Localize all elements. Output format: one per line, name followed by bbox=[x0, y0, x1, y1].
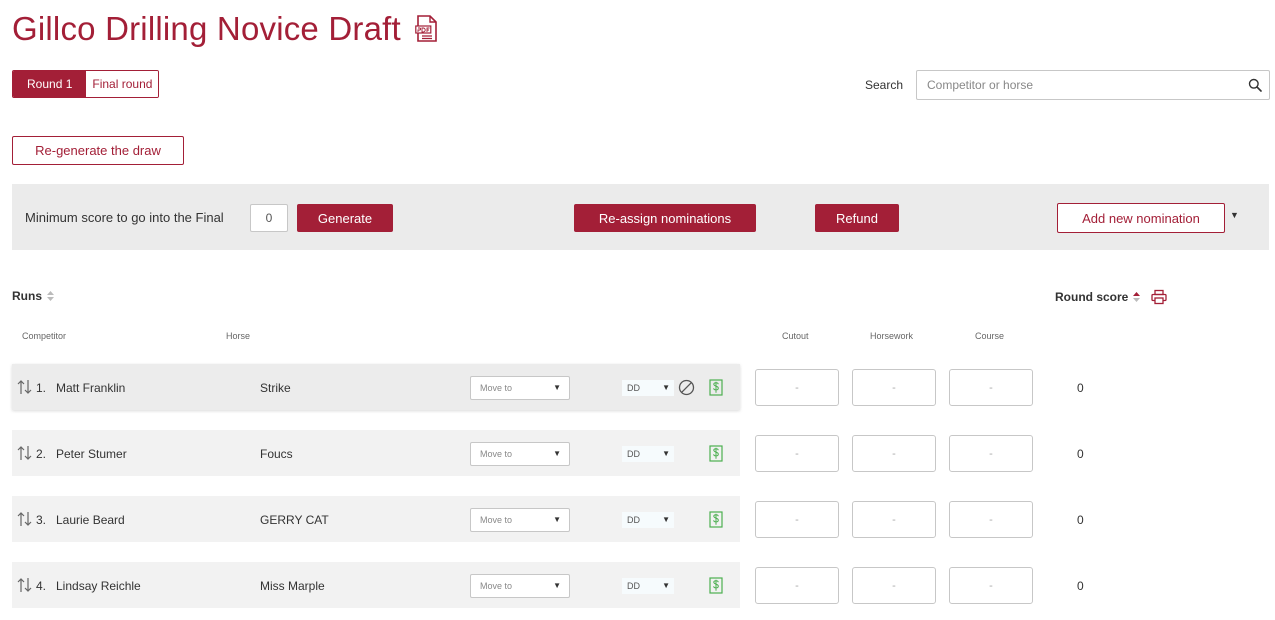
chevron-down-icon: ▼ bbox=[662, 581, 670, 590]
runs-label: Runs bbox=[12, 289, 42, 303]
move-to-label: Move to bbox=[480, 515, 513, 525]
dd-label: DD bbox=[627, 581, 640, 591]
dd-label: DD bbox=[627, 383, 640, 393]
horsework-score-input[interactable] bbox=[852, 369, 936, 406]
column-header-course: Course bbox=[975, 331, 1005, 341]
round-score-value: 0 bbox=[1077, 447, 1084, 461]
table-row: 2. Peter Stumer Foucs Move to ▼ DD ▼ bbox=[12, 430, 740, 476]
table-row: 3. Laurie Beard GERRY CAT Move to ▼ DD ▼ bbox=[12, 496, 740, 542]
search-icon[interactable] bbox=[1241, 78, 1269, 92]
tab-final-round[interactable]: Final round bbox=[86, 71, 159, 97]
round-tabs: Round 1 Final round bbox=[12, 70, 160, 98]
run-number: 4. bbox=[36, 579, 47, 593]
round-score-header[interactable]: Round score bbox=[1055, 289, 1167, 305]
horse-name: Foucs bbox=[260, 447, 293, 461]
course-score-input[interactable] bbox=[949, 435, 1033, 472]
print-icon[interactable] bbox=[1151, 289, 1167, 305]
chevron-down-icon: ▼ bbox=[553, 449, 561, 458]
chevron-down-icon: ▼ bbox=[553, 581, 561, 590]
course-score-input[interactable] bbox=[949, 369, 1033, 406]
cutout-score-input[interactable] bbox=[755, 567, 839, 604]
page-title: Gillco Drilling Novice Draft bbox=[12, 10, 401, 47]
cutout-score-input[interactable] bbox=[755, 501, 839, 538]
cutout-score-input[interactable] bbox=[755, 369, 839, 406]
move-to-select[interactable]: Move to ▼ bbox=[470, 442, 570, 466]
tab-round-1[interactable]: Round 1 bbox=[13, 71, 87, 97]
page: Gillco Drilling Novice Draft Round 1 Fin… bbox=[0, 0, 1275, 620]
generate-button[interactable]: Generate bbox=[297, 204, 393, 232]
dd-label: DD bbox=[627, 449, 640, 459]
pdf-file-icon[interactable] bbox=[415, 15, 441, 43]
chevron-down-icon: ▼ bbox=[553, 515, 561, 524]
horsework-score-input[interactable] bbox=[852, 567, 936, 604]
runs-header[interactable]: Runs bbox=[12, 289, 55, 303]
move-to-label: Move to bbox=[480, 383, 513, 393]
action-bar: Minimum score to go into the Final Gener… bbox=[12, 184, 1269, 250]
add-new-nomination-button[interactable]: Add new nomination bbox=[1057, 203, 1225, 233]
column-header-competitor: Competitor bbox=[22, 331, 67, 341]
course-score-input[interactable] bbox=[949, 501, 1033, 538]
round-score-value: 0 bbox=[1077, 381, 1084, 395]
move-to-select[interactable]: Move to ▼ bbox=[470, 574, 570, 598]
dollar-icon[interactable] bbox=[709, 511, 723, 528]
round-score-label: Round score bbox=[1055, 290, 1129, 304]
dollar-icon[interactable] bbox=[709, 379, 723, 396]
drag-reorder-icon[interactable] bbox=[16, 511, 34, 527]
refund-button[interactable]: Refund bbox=[815, 204, 899, 232]
prohibited-icon[interactable] bbox=[678, 379, 695, 396]
run-number: 2. bbox=[36, 447, 47, 461]
drag-reorder-icon[interactable] bbox=[16, 445, 34, 461]
cutout-score-input[interactable] bbox=[755, 435, 839, 472]
search-label: Search bbox=[865, 78, 904, 92]
column-header-horse: Horse bbox=[226, 331, 251, 341]
move-to-label: Move to bbox=[480, 581, 513, 591]
horse-name: Miss Marple bbox=[260, 579, 325, 593]
round-score-value: 0 bbox=[1077, 513, 1084, 527]
competitor-name: Lindsay Reichle bbox=[56, 579, 141, 593]
competitor-name: Laurie Beard bbox=[56, 513, 125, 527]
chevron-down-icon[interactable]: ▼ bbox=[1230, 210, 1239, 220]
move-to-select[interactable]: Move to ▼ bbox=[470, 376, 570, 400]
run-number: 3. bbox=[36, 513, 47, 527]
drag-reorder-icon[interactable] bbox=[16, 577, 34, 593]
search-input[interactable] bbox=[917, 71, 1241, 99]
competitor-name: Peter Stumer bbox=[56, 447, 127, 461]
round-score-value: 0 bbox=[1077, 579, 1084, 593]
horse-name: Strike bbox=[260, 381, 291, 395]
chevron-down-icon: ▼ bbox=[662, 449, 670, 458]
dd-select[interactable]: DD ▼ bbox=[622, 578, 674, 594]
table-row: 1. Matt Franklin Strike Move to ▼ DD ▼ bbox=[12, 364, 740, 410]
dollar-icon[interactable] bbox=[709, 577, 723, 594]
chevron-down-icon: ▼ bbox=[553, 383, 561, 392]
drag-reorder-icon[interactable] bbox=[16, 379, 34, 395]
dollar-icon[interactable] bbox=[709, 445, 723, 462]
sort-icon[interactable] bbox=[46, 290, 55, 302]
dd-select[interactable]: DD ▼ bbox=[622, 512, 674, 528]
move-to-select[interactable]: Move to ▼ bbox=[470, 508, 570, 532]
chevron-down-icon: ▼ bbox=[662, 515, 670, 524]
course-score-input[interactable] bbox=[949, 567, 1033, 604]
table-row: 4. Lindsay Reichle Miss Marple Move to ▼… bbox=[12, 562, 740, 608]
competitor-name: Matt Franklin bbox=[56, 381, 126, 395]
search-box bbox=[916, 70, 1270, 100]
dd-label: DD bbox=[627, 515, 640, 525]
horsework-score-input[interactable] bbox=[852, 501, 936, 538]
column-header-horsework: Horsework bbox=[870, 331, 914, 341]
horse-name: GERRY CAT bbox=[260, 513, 329, 527]
min-score-input[interactable] bbox=[250, 204, 288, 232]
dd-select[interactable]: DD ▼ bbox=[622, 446, 674, 462]
chevron-down-icon: ▼ bbox=[662, 383, 670, 392]
reassign-nominations-button[interactable]: Re-assign nominations bbox=[574, 204, 756, 232]
dd-select[interactable]: DD ▼ bbox=[622, 380, 674, 396]
regenerate-draw-button[interactable]: Re-generate the draw bbox=[12, 136, 184, 165]
sort-up-icon[interactable] bbox=[1132, 291, 1141, 303]
horsework-score-input[interactable] bbox=[852, 435, 936, 472]
column-header-cutout: Cutout bbox=[782, 331, 809, 341]
title-row: Gillco Drilling Novice Draft bbox=[12, 10, 441, 48]
run-number: 1. bbox=[36, 381, 47, 395]
min-score-label: Minimum score to go into the Final bbox=[25, 210, 224, 225]
move-to-label: Move to bbox=[480, 449, 513, 459]
